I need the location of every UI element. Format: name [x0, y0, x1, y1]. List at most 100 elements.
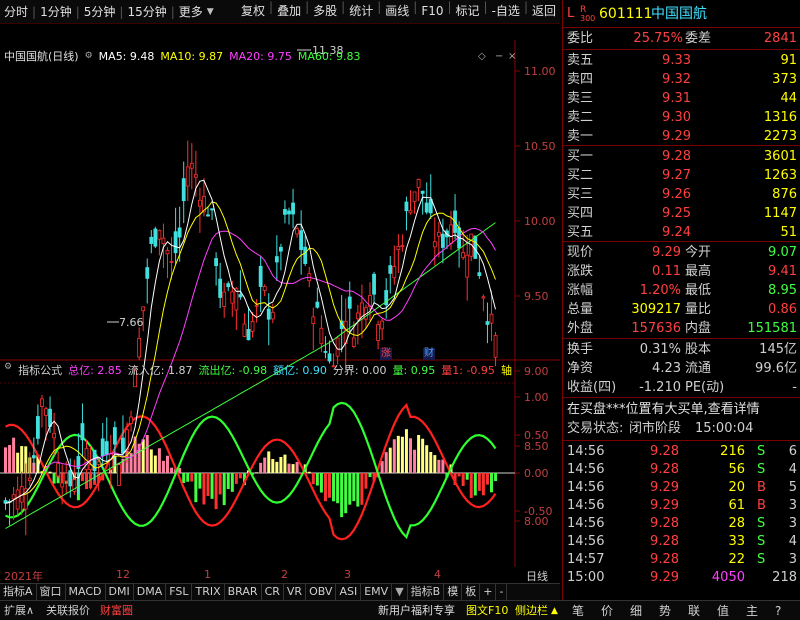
close-icon[interactable]: × — [508, 51, 516, 62]
period-label[interactable]: 日线 — [526, 568, 548, 584]
zixuan-button[interactable]: -自选 — [488, 0, 524, 22]
notice-row[interactable]: 在买盘***位置有大买单,查看详情 — [563, 401, 800, 419]
chart-area[interactable]: 11.0010.5010.009.509.008.508.007.501.000… — [0, 24, 560, 603]
biaoji-button[interactable]: 标记 — [452, 0, 484, 22]
tab-vr[interactable]: VR — [284, 584, 307, 600]
settings-icon[interactable]: ⚙ — [4, 362, 12, 376]
tab-more[interactable]: 更多 — [175, 1, 207, 23]
settings-icon[interactable]: ⚙ — [85, 51, 93, 61]
quote-row: 涨跌 0.11 最高 9.41 — [563, 263, 800, 281]
x-label-2: 2 — [281, 568, 288, 581]
tongji-button[interactable]: 统计 — [345, 0, 377, 22]
tab-lian[interactable]: 联 — [688, 603, 700, 619]
sell-level-volume: 373 — [772, 72, 797, 87]
tick-volume: 28 — [728, 516, 745, 531]
liang-label: 量: 0.95 — [392, 364, 436, 377]
big-order-notice[interactable]: 在买盘***位置有大买单,查看详情 — [567, 401, 760, 419]
tick-time: 14:56 — [567, 498, 605, 513]
minimize-icon[interactable]: − — [495, 51, 503, 62]
quote-label: 涨跌 — [567, 264, 594, 279]
chevron-up-icon[interactable]: ▲ — [551, 603, 558, 619]
status-time: 15:00:04 — [695, 421, 754, 436]
related-quote-button[interactable]: 关联报价 — [46, 603, 90, 619]
tab-1min[interactable]: 1分钟 — [36, 1, 76, 23]
buy-level-row: 买一 9.28 3601 — [563, 148, 800, 166]
tab-fenshi[interactable]: 分时 — [0, 1, 32, 23]
tick-price: 9.28 — [650, 534, 679, 549]
zhang-badge[interactable]: 涨 — [380, 348, 392, 360]
huaxian-button[interactable]: 画线 — [381, 0, 413, 22]
cai-badge[interactable]: 财 — [423, 348, 435, 360]
tick-side: S — [757, 534, 766, 549]
tab-shi[interactable]: 势 — [659, 603, 671, 619]
tab-cr[interactable]: CR — [262, 584, 284, 600]
quote-value: 157636 — [631, 321, 681, 336]
ma5-label: MA5: 9.48 — [98, 49, 155, 63]
duogu-button[interactable]: 多股 — [309, 0, 341, 22]
tick-side: B — [757, 480, 766, 495]
fund-value: 4.23 — [652, 361, 681, 376]
zoom-out-button[interactable]: - — [496, 584, 508, 600]
tab-xi[interactable]: 细 — [630, 603, 642, 619]
fund-label: 净资 — [567, 361, 594, 376]
tab-jia[interactable]: 价 — [601, 603, 613, 619]
tab-emv[interactable]: EMV — [361, 584, 393, 600]
tick-row: 14:56 9.28 33 S 4 — [563, 533, 800, 551]
quote-value: 0.11 — [652, 264, 681, 279]
quote-row: 涨幅 1.20% 最低 8.95 — [563, 282, 800, 300]
indicator-tick-label: -0.50 — [524, 505, 552, 518]
tab-ban[interactable]: 板 — [462, 584, 481, 600]
back-button[interactable]: 返回 — [528, 0, 560, 22]
fund-label: 收益(四) — [567, 380, 617, 395]
tick-price: 9.28 — [650, 444, 679, 459]
weibi-value: 25.75% — [633, 31, 683, 46]
tab-15min[interactable]: 15分钟 — [123, 1, 170, 23]
help-icon[interactable]: ? — [775, 603, 781, 619]
indicator-tick-label: 0.50 — [524, 429, 549, 442]
tab-mo[interactable]: 模 — [444, 584, 463, 600]
sell-level-row: 卖二 9.30 1316 — [563, 109, 800, 127]
tab-indicator-a[interactable]: 指标A — [0, 584, 37, 600]
tab-obv[interactable]: OBV — [306, 584, 337, 600]
indicator-name[interactable]: 指标公式 — [18, 362, 62, 377]
expand-button[interactable]: 扩展∧ — [4, 603, 34, 619]
sell-level-label: 卖三 — [567, 91, 594, 106]
fuquan-button[interactable]: 复权 — [237, 0, 269, 22]
tab-trix[interactable]: TRIX — [192, 584, 225, 600]
tab-5min[interactable]: 5分钟 — [80, 1, 120, 23]
f10-link[interactable]: 图文F10 — [466, 603, 508, 619]
sell-level-row: 卖一 9.29 2273 — [563, 128, 800, 146]
low-annotation: 7.66 — [119, 316, 144, 329]
diamond-icon[interactable]: ◇ — [478, 51, 486, 62]
tab-indicator-b[interactable]: 指标B — [408, 584, 445, 600]
fundamental-row: 收益(四) -1.210 PE(动) - — [563, 379, 800, 397]
tab-fsl[interactable]: FSL — [166, 584, 193, 600]
tick-price: 9.28 — [650, 552, 679, 567]
tick-time: 14:56 — [567, 534, 605, 549]
tab-window[interactable]: 窗口 — [37, 584, 66, 600]
quote-label: 外盘 — [567, 321, 594, 336]
tab-zhi[interactable]: 值 — [717, 603, 729, 619]
sidebar-toggle[interactable]: 侧边栏 — [515, 603, 548, 619]
tab-bi[interactable]: 笔 — [572, 603, 584, 619]
tab-dma[interactable]: DMA — [134, 584, 167, 600]
quote-label: 最高 — [685, 264, 712, 279]
sell-level-volume: 2273 — [763, 129, 797, 144]
tab-dmi[interactable]: DMI — [106, 584, 134, 600]
tab-brar[interactable]: BRAR — [225, 584, 262, 600]
f10-button[interactable]: F10 — [417, 0, 447, 22]
new-user-link[interactable]: 新用户福利专享 — [378, 603, 455, 619]
chevron-down-icon[interactable]: ▼ — [392, 584, 408, 600]
tab-asi[interactable]: ASI — [336, 584, 362, 600]
tick-row: 14:56 9.29 61 B 3 — [563, 497, 800, 515]
tab-zhu[interactable]: 主 — [746, 603, 758, 619]
top-toolbar: 分时 | 1分钟 | 5分钟 | 15分钟 | 更多 ▼ 复权 | 叠加 | 多股 | 统计 | … — [0, 0, 560, 24]
buy-level-label: 买三 — [567, 187, 594, 202]
fund-label: 换手 — [567, 342, 594, 357]
zoom-in-button[interactable]: + — [480, 584, 497, 600]
quote-value: 8.95 — [768, 283, 797, 298]
diejia-button[interactable]: 叠加 — [273, 0, 305, 22]
tab-macd[interactable]: MACD — [66, 584, 106, 600]
fund-label: 股本 — [685, 342, 712, 357]
wealth-circle-button[interactable]: 财富圈 — [100, 603, 133, 619]
